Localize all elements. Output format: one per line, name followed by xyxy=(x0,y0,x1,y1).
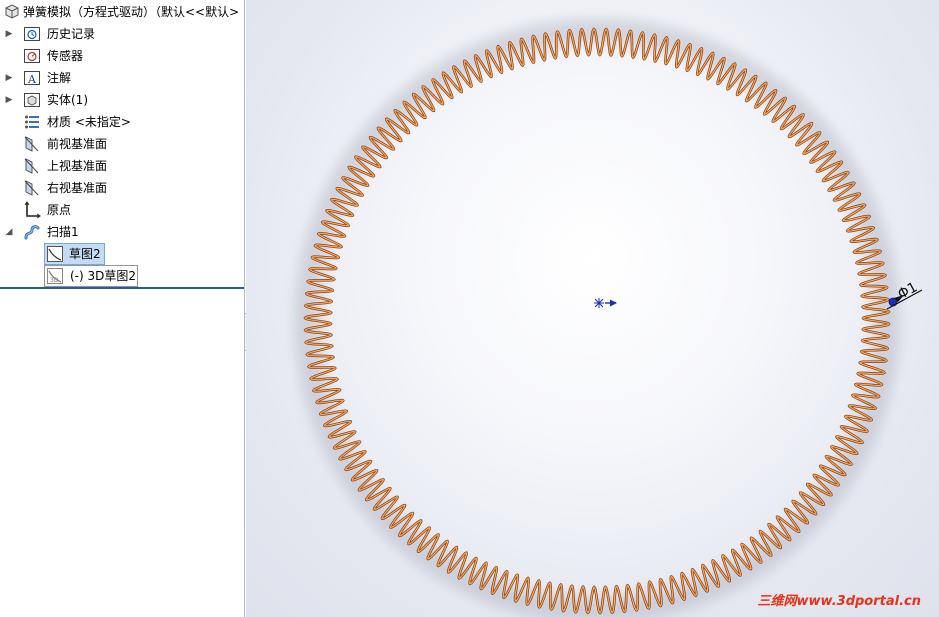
expand-arrow-icon[interactable]: ▶ xyxy=(4,23,14,45)
model-view-svg: Φ1 xyxy=(294,18,923,617)
origin-marker-icon xyxy=(594,298,617,308)
expand-arrow-icon[interactable]: ▶ xyxy=(4,67,14,89)
tree-item-label: 前视基准面 xyxy=(47,137,108,151)
solid-body-folder-icon xyxy=(23,91,41,109)
tree-item-label: 材质 <未指定> xyxy=(47,115,131,129)
tree-item-solid-bodies[interactable]: ▶ 实体(1) xyxy=(0,89,244,111)
svg-text:A: A xyxy=(27,73,37,86)
rollback-bar[interactable] xyxy=(0,287,244,289)
annotation-icon: A xyxy=(23,69,41,87)
tree-root-part[interactable]: 弹簧模拟（方程式驱动）（默认<<默认> xyxy=(0,1,244,23)
tree-item-top-plane[interactable]: 上视基准面 xyxy=(0,155,244,177)
tree-item-annotations[interactable]: ▶ A 注解 xyxy=(0,67,244,89)
tree-item-sweep[interactable]: ◢ 扫描1 xyxy=(0,221,244,243)
tree-root-label: 弹簧模拟（方程式驱动）（默认<<默认> xyxy=(23,5,240,19)
tree-item-label: 上视基准面 xyxy=(47,159,108,173)
expand-arrow-icon[interactable]: ▶ xyxy=(4,89,14,111)
collapse-arrow-icon[interactable]: ◢ xyxy=(4,221,14,243)
tree-item-label: 实体(1) xyxy=(47,93,88,107)
tree-item-label: 传感器 xyxy=(47,49,84,63)
plane-icon xyxy=(23,135,41,153)
svg-text:3D: 3D xyxy=(50,277,59,284)
tree-item-label: 草图2 xyxy=(69,247,101,261)
plane-icon xyxy=(23,157,41,175)
sensor-folder-icon xyxy=(23,47,41,65)
tree-item-origin[interactable]: 原点 xyxy=(0,199,244,221)
origin-icon xyxy=(23,201,41,219)
tree-item-material[interactable]: 材质 <未指定> xyxy=(0,111,244,133)
material-icon xyxy=(23,113,41,131)
tree-item-label: 扫描1 xyxy=(47,225,79,239)
tree-item-right-plane[interactable]: 右视基准面 xyxy=(0,177,244,199)
tree-item-label: 原点 xyxy=(47,203,72,217)
tree-item-sketch2[interactable]: 草图2 xyxy=(0,243,244,265)
tree-item-history[interactable]: ▶ 历史记录 xyxy=(0,23,244,45)
sketch-icon xyxy=(46,245,64,263)
tree-item-front-plane[interactable]: 前视基准面 xyxy=(0,133,244,155)
tree-item-label: (-) 3D草图2 xyxy=(70,269,137,283)
plane-icon xyxy=(23,179,41,197)
tree-item-label: 历史记录 xyxy=(47,27,96,41)
part-icon xyxy=(3,3,21,21)
sweep-icon xyxy=(23,223,41,241)
feature-manager-tree: 弹簧模拟（方程式驱动）（默认<<默认> ▶ 历史记录 传感器 ▶ A 注解 ▶ … xyxy=(0,0,245,617)
watermark-text: 三维网www.3dportal.cn xyxy=(757,594,921,609)
tree-item-3d-sketch2[interactable]: 3D (-) 3D草图2 xyxy=(0,265,244,287)
3d-sketch-icon: 3D xyxy=(46,267,64,285)
spring-shadow xyxy=(294,18,900,617)
tree-item-sensors[interactable]: 传感器 xyxy=(0,45,244,67)
graphics-viewport[interactable]: Φ1 三维网www.3dportal.cn xyxy=(246,0,939,617)
tree-item-label: 右视基准面 xyxy=(47,181,108,195)
history-folder-icon xyxy=(23,25,41,43)
tree-item-label: 注解 xyxy=(47,71,72,85)
